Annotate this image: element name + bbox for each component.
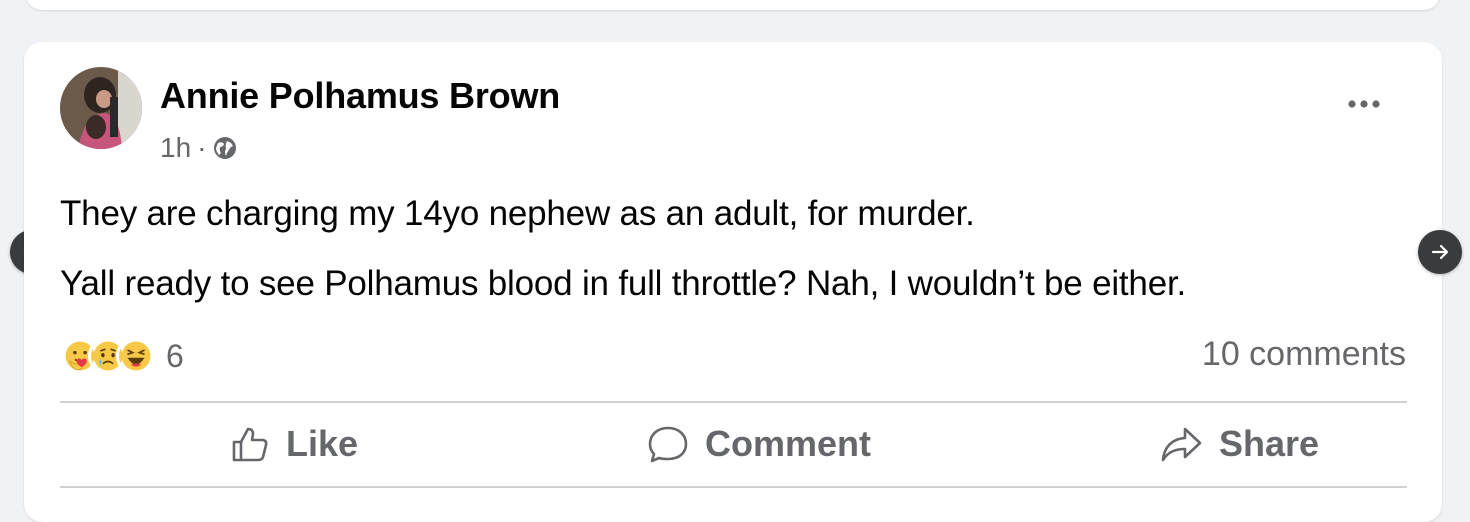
avatar[interactable] <box>60 67 142 149</box>
reaction-count: 6 <box>166 337 184 374</box>
post-timestamp[interactable]: 1h <box>160 132 191 164</box>
comments-count-link[interactable]: 10 comments <box>1202 335 1406 374</box>
avatar-photo <box>60 67 142 149</box>
post-text-line: They are charging my 14yo nephew as an a… <box>60 194 975 233</box>
share-label: Share <box>1218 423 1320 464</box>
comment-button[interactable]: Comment <box>589 414 929 474</box>
next-arrow-button[interactable] <box>1418 230 1462 274</box>
more-dots-icon <box>1348 100 1380 108</box>
previous-post-card <box>26 0 1440 10</box>
post-text-line: Yall ready to see Polhamus blood in full… <box>60 264 1187 303</box>
author-name[interactable]: Annie Polhamus Brown <box>160 75 560 117</box>
thumbs-up-icon <box>232 427 268 462</box>
post-meta: 1h · <box>160 130 238 166</box>
globe-icon <box>214 137 237 159</box>
divider <box>60 401 1407 403</box>
like-button[interactable]: Like <box>124 414 464 474</box>
post-card: Annie Polhamus Brown 1h · They are charg… <box>24 42 1442 522</box>
arrow-right-icon <box>1431 244 1449 260</box>
divider <box>60 486 1407 488</box>
share-button[interactable]: Share <box>1069 414 1409 474</box>
share-arrow-icon <box>1161 427 1202 462</box>
meta-separator: · <box>197 132 207 163</box>
like-label: Like <box>285 423 359 464</box>
comment-label: Comment <box>704 423 871 464</box>
comment-bubble-icon <box>648 426 688 463</box>
more-options-button[interactable] <box>1342 86 1386 122</box>
haha-reaction-icon <box>116 336 156 376</box>
reactions-summary[interactable]: 6 <box>60 334 184 378</box>
